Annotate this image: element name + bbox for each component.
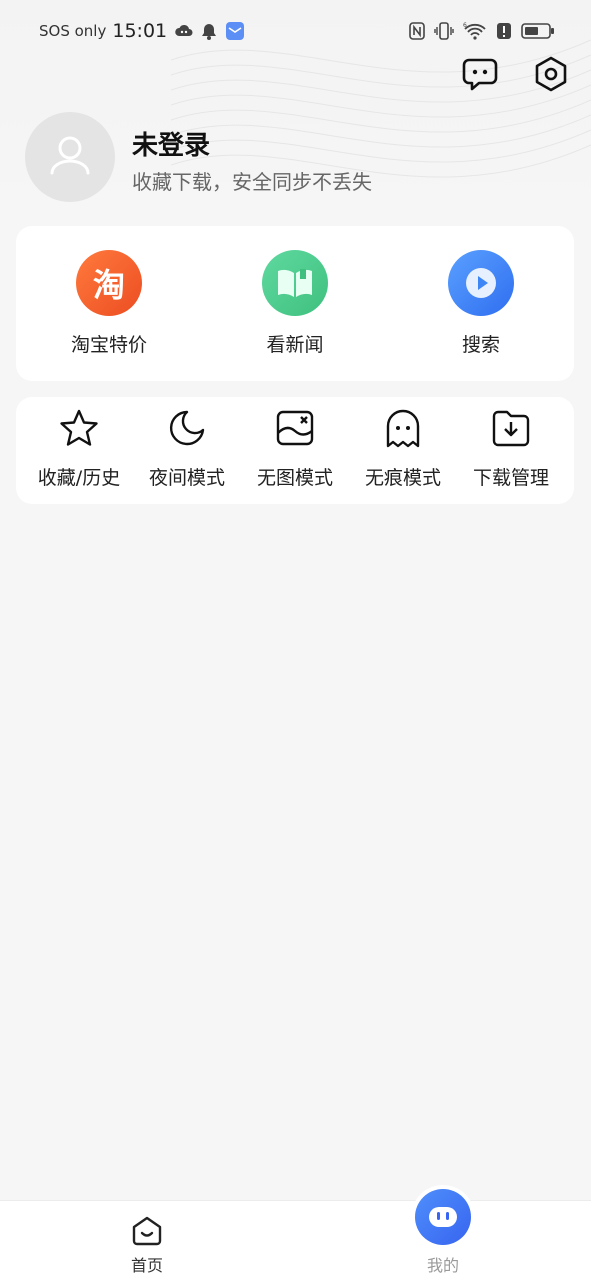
tool-favorites-history[interactable]: 收藏/历史: [24, 407, 134, 490]
alert-icon: [496, 22, 512, 44]
tools-card: 收藏/历史 夜间模式 无图模式 无痕模式 下载管理: [16, 397, 574, 504]
tool-label: 收藏/历史: [37, 467, 121, 489]
carrier-text: SOS only: [39, 22, 107, 40]
tool-download-manager[interactable]: 下载管理: [456, 407, 566, 490]
avatar[interactable]: [25, 112, 115, 202]
app-taobao[interactable]: 淘 淘宝特价: [39, 250, 179, 357]
ghost-icon: [348, 407, 458, 449]
mail-app-icon: [225, 21, 245, 41]
status-bar: SOS only 15:01 6: [0, 0, 591, 66]
login-subtitle: 收藏下载，安全同步不丢失: [132, 170, 372, 194]
play-search-icon: [448, 250, 514, 316]
moon-icon: [132, 407, 242, 449]
cloud-game-icon: [175, 23, 193, 39]
tool-night-mode[interactable]: 夜间模式: [132, 407, 242, 490]
tool-no-image-mode[interactable]: 无图模式: [240, 407, 350, 490]
app-label: 淘宝特价: [70, 334, 147, 356]
app-label: 看新闻: [266, 334, 324, 356]
nav-home-label: 首页: [130, 1256, 163, 1275]
download-folder-icon: [456, 407, 566, 449]
bottom-navigation: 首页 我的: [0, 1185, 591, 1280]
tool-label: 无痕模式: [364, 467, 441, 489]
nav-mine-label: 我的: [426, 1256, 459, 1275]
star-icon: [24, 407, 134, 449]
mine-icon-bubble: [411, 1185, 475, 1249]
nfc-icon: [409, 22, 425, 44]
clock-time: 15:01: [112, 20, 168, 42]
bell-icon: [201, 23, 217, 40]
no-image-icon: [240, 407, 350, 449]
settings-icon: [534, 56, 568, 96]
mine-face-icon: [415, 1189, 471, 1245]
vibrate-icon: [434, 22, 454, 44]
taobao-glyph: 淘: [92, 266, 125, 304]
wifi-6-icon: 6: [463, 22, 487, 44]
quick-apps-card: 淘 淘宝特价 看新闻 搜索: [16, 226, 574, 381]
user-icon: [48, 133, 92, 181]
message-button[interactable]: [460, 56, 500, 96]
home-face-icon: [130, 1215, 164, 1251]
battery-icon: [521, 22, 555, 44]
tool-incognito-mode[interactable]: 无痕模式: [348, 407, 458, 490]
chat-icon: [462, 57, 498, 95]
tool-label: 无图模式: [256, 467, 333, 489]
nav-home[interactable]: 首页: [87, 1201, 207, 1280]
tool-label: 下载管理: [472, 467, 549, 489]
app-search[interactable]: 搜索: [411, 250, 551, 357]
tool-label: 夜间模式: [148, 467, 225, 489]
news-book-icon: [262, 250, 328, 316]
svg-text:6: 6: [463, 22, 467, 29]
nav-mine[interactable]: 我的: [383, 1185, 503, 1280]
taobao-icon: 淘: [76, 250, 142, 316]
settings-button[interactable]: [531, 56, 571, 96]
app-label: 搜索: [461, 334, 500, 356]
login-status-title[interactable]: 未登录: [132, 125, 210, 162]
app-news[interactable]: 看新闻: [225, 250, 365, 357]
